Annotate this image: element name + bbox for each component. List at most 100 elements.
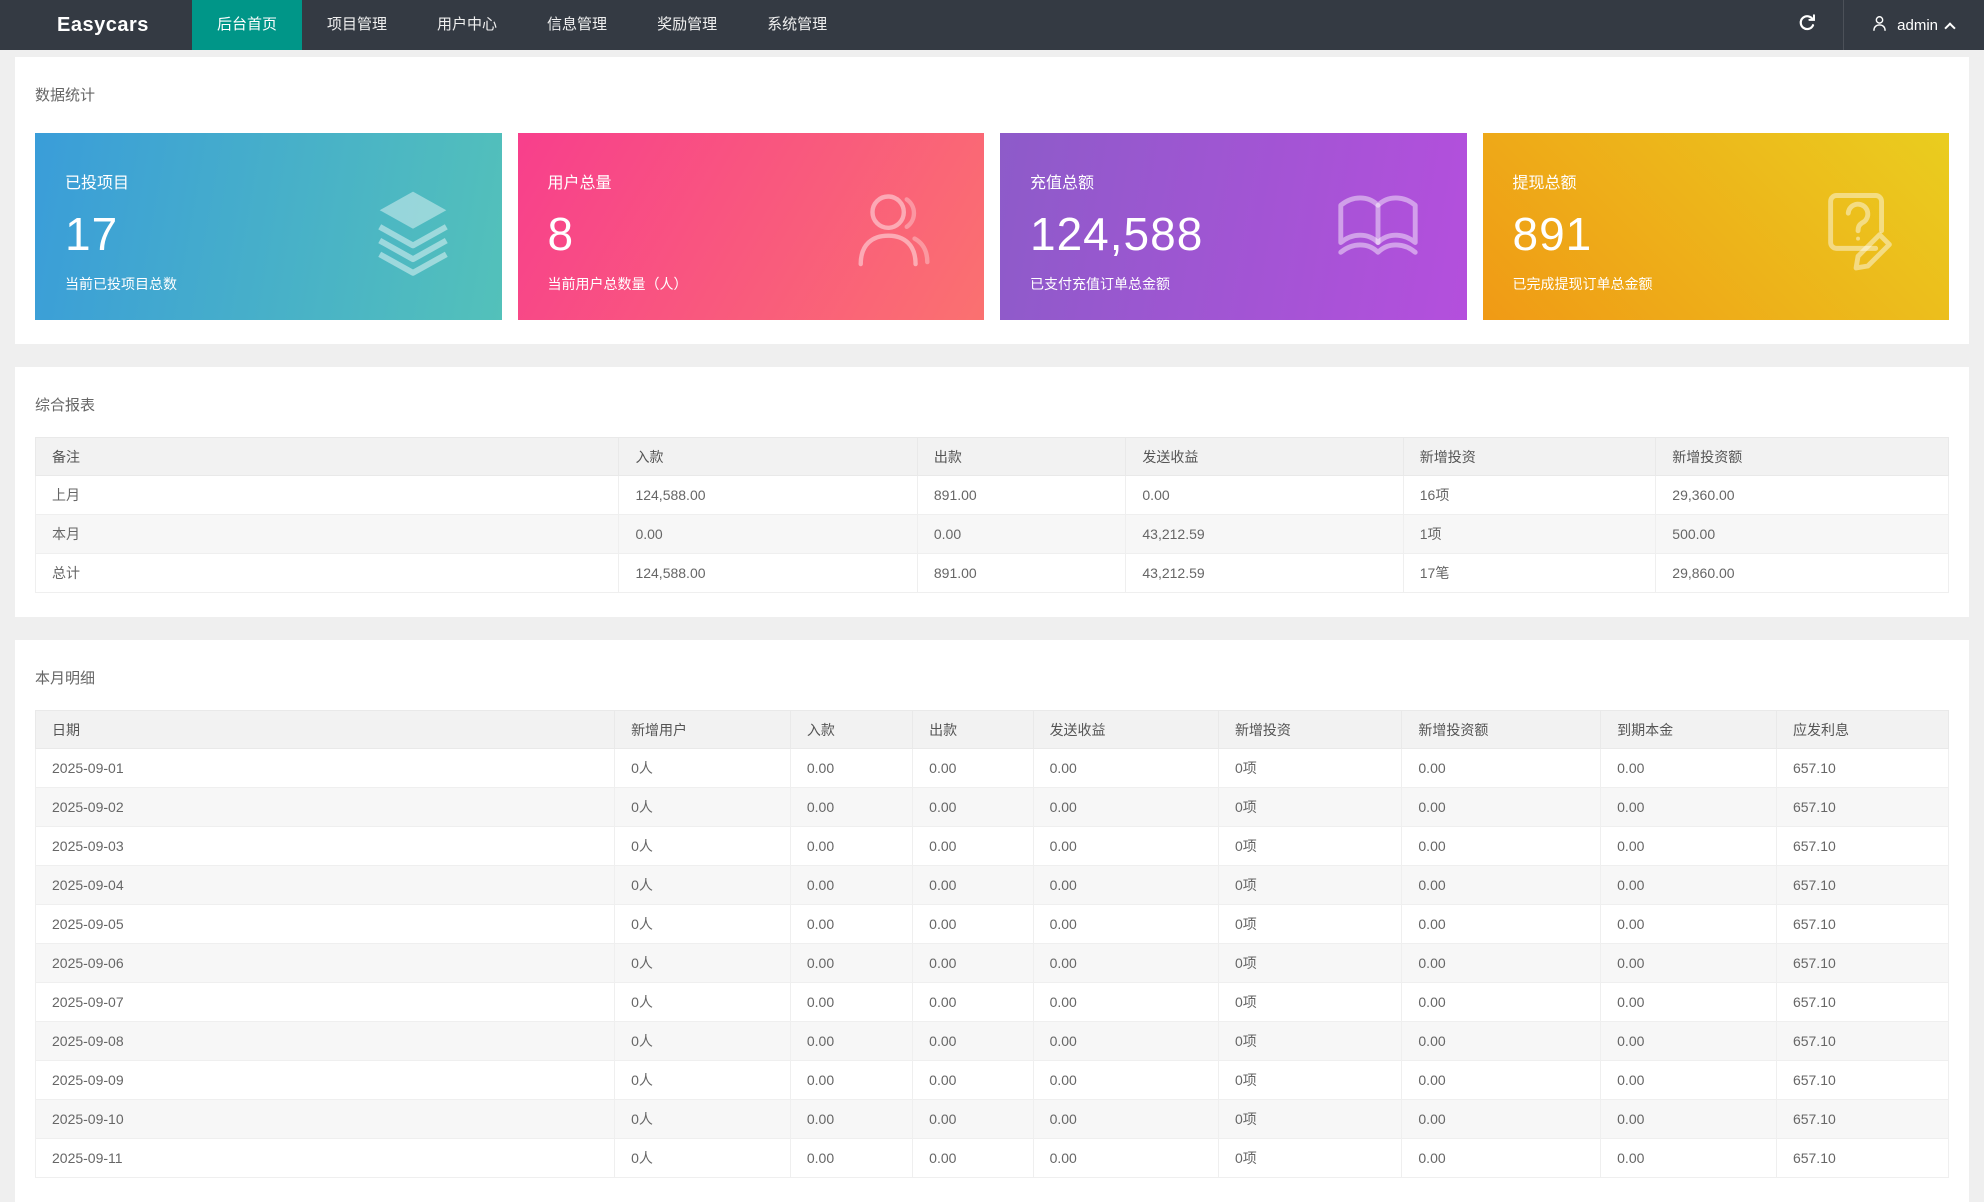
cell: 0.00 — [1033, 1139, 1218, 1178]
refresh-icon — [1796, 12, 1818, 39]
detail-section-title: 本月明细 — [35, 640, 1949, 688]
cell: 0项 — [1218, 983, 1401, 1022]
cell: 0.00 — [790, 944, 912, 983]
cell: 0.00 — [1601, 749, 1777, 788]
column-header: 入款 — [619, 438, 917, 476]
cell: 0.00 — [913, 983, 1033, 1022]
nav-tab[interactable]: 项目管理 — [302, 0, 412, 50]
column-header: 出款 — [913, 711, 1033, 749]
cell: 0.00 — [913, 1022, 1033, 1061]
table-header-row: 备注入款出款发送收益新增投资新增投资额 — [36, 438, 1949, 476]
table-header-row: 日期新增用户入款出款发送收益新增投资新增投资额到期本金应发利息 — [36, 711, 1949, 749]
cell: 0.00 — [790, 749, 912, 788]
cell: 0人 — [615, 905, 791, 944]
cell: 0人 — [615, 1022, 791, 1061]
cell: 657.10 — [1776, 944, 1948, 983]
summary-report-panel: 综合报表 备注入款出款发送收益新增投资新增投资额上月124,588.00891.… — [15, 367, 1969, 617]
refresh-button[interactable] — [1771, 0, 1843, 50]
cell: 0人 — [615, 827, 791, 866]
cell: 0.00 — [790, 866, 912, 905]
cell: 0.00 — [1601, 827, 1777, 866]
cell: 0.00 — [1033, 1061, 1218, 1100]
cell: 上月 — [36, 476, 619, 515]
cell: 2025-09-11 — [36, 1139, 615, 1178]
user-menu[interactable]: admin — [1844, 0, 1984, 50]
top-nav-bar: Easycars 后台首页项目管理用户中心信息管理奖励管理系统管理 admin — [0, 0, 1984, 50]
month-detail-panel: 本月明细 日期新增用户入款出款发送收益新增投资新增投资额到期本金应发利息2025… — [15, 640, 1969, 1202]
stat-card: 用户总量8当前用户总数量（人） — [518, 133, 985, 320]
cell: 2025-09-05 — [36, 905, 615, 944]
column-header: 出款 — [917, 438, 1126, 476]
table-row: 2025-09-070人0.000.000.000项0.000.00657.10 — [36, 983, 1949, 1022]
cell: 0.00 — [1126, 476, 1403, 515]
cell: 891.00 — [917, 554, 1126, 593]
cell: 1项 — [1403, 515, 1656, 554]
cell: 0人 — [615, 1061, 791, 1100]
app-logo: Easycars — [0, 0, 192, 50]
table-row: 2025-09-050人0.000.000.000项0.000.00657.10 — [36, 905, 1949, 944]
cell: 0.00 — [1402, 749, 1601, 788]
cell: 0项 — [1218, 749, 1401, 788]
table-row: 2025-09-010人0.000.000.000项0.000.00657.10 — [36, 749, 1949, 788]
cell: 0.00 — [1402, 1022, 1601, 1061]
cell: 0人 — [615, 1139, 791, 1178]
cell: 2025-09-10 — [36, 1100, 615, 1139]
cell: 总计 — [36, 554, 619, 593]
cell: 16项 — [1403, 476, 1656, 515]
column-header: 新增投资额 — [1402, 711, 1601, 749]
summary-section-title: 综合报表 — [35, 367, 1949, 415]
cell: 657.10 — [1776, 827, 1948, 866]
main-nav: 后台首页项目管理用户中心信息管理奖励管理系统管理 — [192, 0, 852, 50]
cell: 0.00 — [1402, 788, 1601, 827]
cell: 0项 — [1218, 788, 1401, 827]
column-header: 新增投资额 — [1656, 438, 1949, 476]
table-row: 2025-09-030人0.000.000.000项0.000.00657.10 — [36, 827, 1949, 866]
cell: 0.00 — [917, 515, 1126, 554]
summary-report-table: 备注入款出款发送收益新增投资新增投资额上月124,588.00891.000.0… — [35, 437, 1949, 593]
cell: 0.00 — [913, 788, 1033, 827]
cell: 0.00 — [1601, 1139, 1777, 1178]
username: admin — [1897, 17, 1938, 34]
cell: 2025-09-03 — [36, 827, 615, 866]
cell: 0.00 — [790, 983, 912, 1022]
cell: 0人 — [615, 866, 791, 905]
cell: 657.10 — [1776, 1061, 1948, 1100]
cell: 0项 — [1218, 1139, 1401, 1178]
cell: 0.00 — [1033, 749, 1218, 788]
cell: 891.00 — [917, 476, 1126, 515]
cell: 0.00 — [790, 827, 912, 866]
cell: 124,588.00 — [619, 476, 917, 515]
cell: 2025-09-06 — [36, 944, 615, 983]
cell: 0.00 — [1601, 1100, 1777, 1139]
cell: 本月 — [36, 515, 619, 554]
cell: 0.00 — [619, 515, 917, 554]
cell: 0.00 — [1601, 1022, 1777, 1061]
cell: 2025-09-09 — [36, 1061, 615, 1100]
table-row: 2025-09-080人0.000.000.000项0.000.00657.10 — [36, 1022, 1949, 1061]
column-header: 新增用户 — [615, 711, 791, 749]
cell: 0.00 — [1402, 1100, 1601, 1139]
cell: 657.10 — [1776, 866, 1948, 905]
nav-tab[interactable]: 用户中心 — [412, 0, 522, 50]
column-header: 应发利息 — [1776, 711, 1948, 749]
stat-card: 提现总额891已完成提现订单总金额 — [1483, 133, 1950, 320]
nav-tab[interactable]: 奖励管理 — [632, 0, 742, 50]
cell: 29,860.00 — [1656, 554, 1949, 593]
table-row: 本月0.000.0043,212.591项500.00 — [36, 515, 1949, 554]
cell: 0.00 — [913, 1061, 1033, 1100]
nav-tab[interactable]: 信息管理 — [522, 0, 632, 50]
stats-panel: 数据统计 已投项目17当前已投项目总数 用户总量8当前用户总数量（人） 充值总额… — [15, 57, 1969, 344]
nav-tab[interactable]: 系统管理 — [742, 0, 852, 50]
nav-tab[interactable]: 后台首页 — [192, 0, 302, 50]
user-icon — [1870, 14, 1889, 37]
cell: 2025-09-04 — [36, 866, 615, 905]
cell: 0.00 — [913, 749, 1033, 788]
cell: 0.00 — [1033, 827, 1218, 866]
table-row: 总计124,588.00891.0043,212.5917笔29,860.00 — [36, 554, 1949, 593]
cell: 657.10 — [1776, 1022, 1948, 1061]
cell: 0人 — [615, 944, 791, 983]
cell: 29,360.00 — [1656, 476, 1949, 515]
cell: 0.00 — [913, 1100, 1033, 1139]
table-row: 2025-09-020人0.000.000.000项0.000.00657.10 — [36, 788, 1949, 827]
cell: 0.00 — [1601, 983, 1777, 1022]
